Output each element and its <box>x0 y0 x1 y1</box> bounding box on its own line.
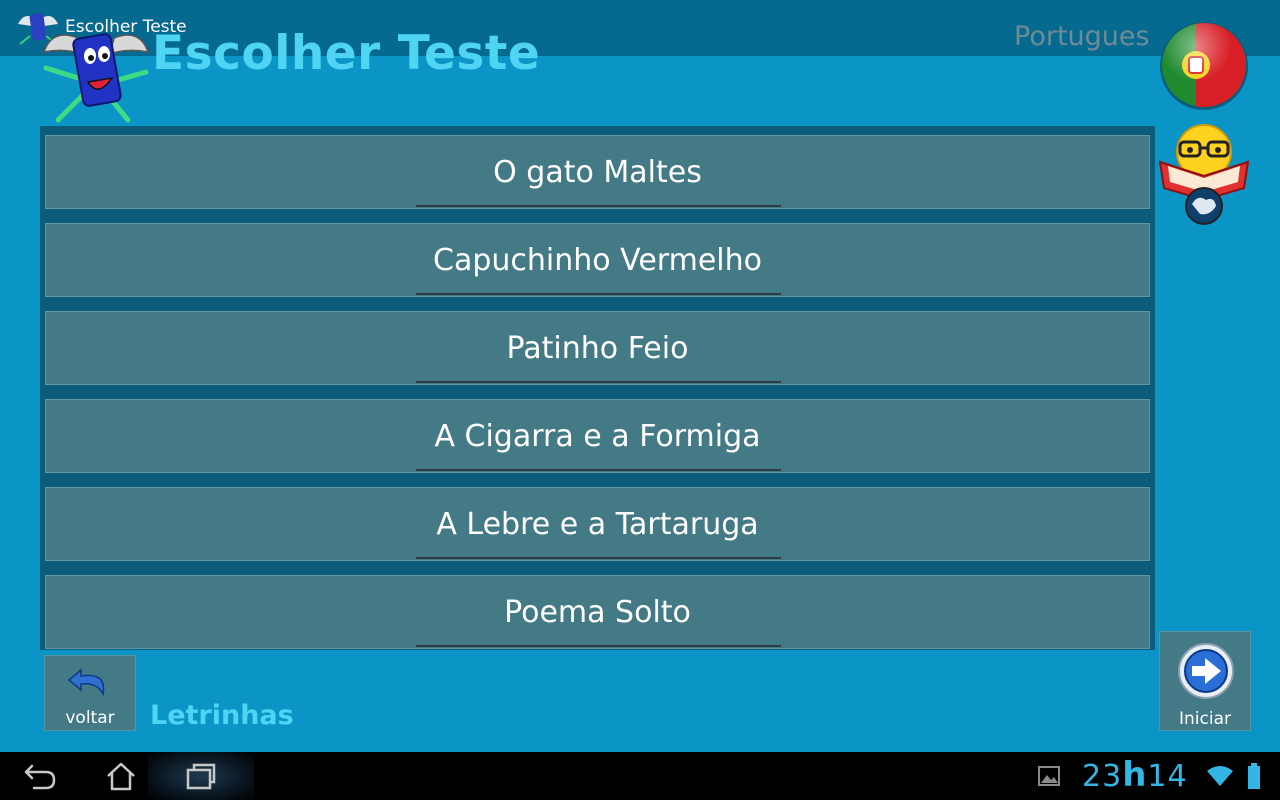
system-navigation-bar: 23h14 <box>0 752 1280 800</box>
back-button[interactable]: voltar <box>44 655 136 731</box>
item-underline <box>416 381 781 383</box>
test-item-label: Poema Solto <box>504 595 691 630</box>
wifi-icon <box>1207 766 1233 786</box>
battery-icon <box>1248 763 1260 789</box>
reading-smiley-icon[interactable] <box>1156 122 1252 230</box>
undo-arrow-icon <box>67 668 105 697</box>
item-underline <box>416 645 781 647</box>
clock[interactable]: 23h14 <box>1082 755 1188 795</box>
test-item-label: A Lebre e a Tartaruga <box>436 507 759 542</box>
clock-hour-separator: h <box>1122 755 1148 795</box>
page-title: Escolher Teste <box>152 26 541 81</box>
home-nav-icon[interactable] <box>104 760 138 792</box>
start-button-label: Iniciar <box>1179 709 1231 729</box>
forward-arrow-icon <box>1178 643 1234 699</box>
clock-minutes: 14 <box>1147 759 1188 794</box>
clock-hours: 23 <box>1082 759 1123 794</box>
back-button-label: voltar <box>65 708 115 728</box>
test-item-a-lebre-e-a-tartaruga[interactable]: A Lebre e a Tartaruga <box>45 487 1150 561</box>
test-item-patinho-feio[interactable]: Patinho Feio <box>45 311 1150 385</box>
back-nav-icon[interactable] <box>22 760 58 792</box>
test-item-label: Patinho Feio <box>506 331 689 366</box>
test-item-poema-solto[interactable]: Poema Solto <box>45 575 1150 649</box>
portugal-flag-icon[interactable] <box>1158 20 1250 110</box>
language-label: Portugues <box>1014 21 1150 52</box>
gallery-notification-icon[interactable] <box>1038 766 1060 786</box>
mascot-logo-icon <box>42 33 150 123</box>
recent-apps-icon[interactable] <box>184 760 218 792</box>
app-name: Letrinhas <box>150 700 294 731</box>
item-underline <box>416 557 781 559</box>
test-item-label: O gato Maltes <box>493 155 702 190</box>
start-button[interactable]: Iniciar <box>1159 631 1251 731</box>
item-underline <box>416 205 781 207</box>
test-list: O gato Maltes Capuchinho Vermelho Patinh… <box>40 126 1155 650</box>
test-item-a-cigarra-e-a-formiga[interactable]: A Cigarra e a Formiga <box>45 399 1150 473</box>
test-item-capuchinho-vermelho[interactable]: Capuchinho Vermelho <box>45 223 1150 297</box>
item-underline <box>416 469 781 471</box>
test-item-label: A Cigarra e a Formiga <box>434 419 761 454</box>
item-underline <box>416 293 781 295</box>
test-item-label: Capuchinho Vermelho <box>433 243 762 278</box>
test-item-o-gato-maltes[interactable]: O gato Maltes <box>45 135 1150 209</box>
